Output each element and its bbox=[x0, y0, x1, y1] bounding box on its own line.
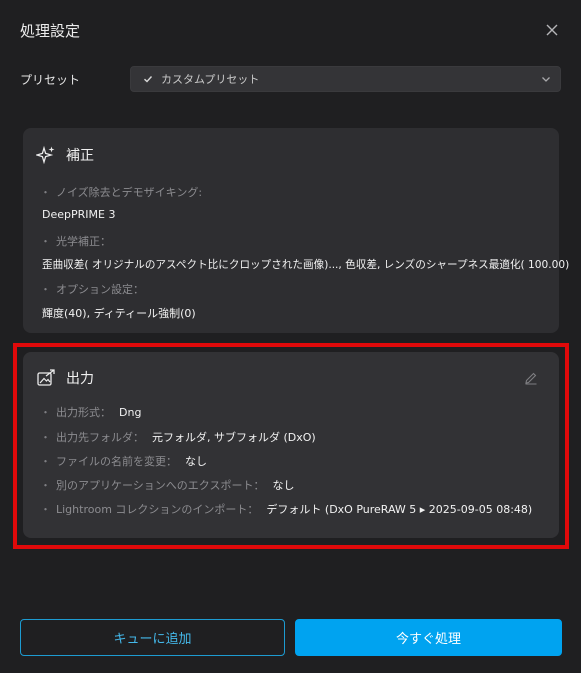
noise-label: ノイズ除去とデモザイキング: bbox=[56, 186, 203, 199]
output-rename-value: なし bbox=[185, 455, 207, 468]
correction-header: 補正 bbox=[36, 145, 94, 165]
noise-value: DeepPRIME 3 bbox=[42, 208, 116, 221]
output-title: 出力 bbox=[66, 371, 94, 387]
output-card: 出力 ・出力形式： Dng ・出力先フォルダ： 元フォルダ, サブフォルダ (DxO… bbox=[23, 352, 559, 538]
add-to-queue-button[interactable]: キューに追加 bbox=[20, 619, 285, 656]
correction-card: 補正 ・ノイズ除去とデモザイキング: DeepPRIME 3 ・光学補正： 歪曲… bbox=[23, 128, 569, 333]
process-now-button[interactable]: 今すぐ処理 bbox=[295, 619, 562, 656]
output-row-lightroom: ・ Lightroom コレクションのインポート： デフォルト (DxO PureR… bbox=[40, 503, 533, 516]
optics-value: 歪曲収差( オリジナルのアスペクト比にクロップされた画像)..., 色収差, レ… bbox=[42, 259, 570, 271]
preset-label: プリセット bbox=[20, 73, 81, 87]
preset-selected-value: カスタムプリセット bbox=[161, 73, 260, 86]
output-row-format: ・出力形式： Dng bbox=[40, 406, 142, 419]
export-icon bbox=[37, 369, 55, 386]
output-header: 出力 bbox=[36, 368, 94, 388]
output-row-export: ・別のアプリケーションへのエクスポート： なし bbox=[40, 479, 295, 492]
output-lightroom-label: Lightroom コレクションのインポート： bbox=[56, 503, 259, 516]
sparkle-icon bbox=[36, 145, 55, 165]
preset-dropdown[interactable]: カスタムプリセット bbox=[130, 66, 561, 92]
options-label-row: ・オプション設定： bbox=[40, 283, 144, 296]
noise-label-row: ・ノイズ除去とデモザイキング: bbox=[40, 186, 203, 199]
options-label: オプション設定： bbox=[56, 283, 144, 296]
output-format-label: 出力形式： bbox=[56, 406, 111, 419]
pencil-icon[interactable] bbox=[524, 371, 538, 385]
output-format-value: Dng bbox=[119, 406, 142, 419]
chevron-down-icon bbox=[542, 77, 550, 82]
output-row-rename: ・ファイルの名前を変更： なし bbox=[40, 455, 207, 468]
output-rename-label: ファイルの名前を変更： bbox=[56, 455, 177, 468]
output-folder-value: 元フォルダ, サブフォルダ (DxO) bbox=[152, 431, 316, 444]
output-lightroom-value: デフォルト (DxO PureRAW 5 ▸ 2025-09-05 08:48) bbox=[266, 503, 533, 516]
close-icon[interactable] bbox=[543, 21, 561, 39]
output-row-folder: ・出力先フォルダ： 元フォルダ, サブフォルダ (DxO) bbox=[40, 431, 316, 444]
output-folder-label: 出力先フォルダ： bbox=[56, 431, 144, 444]
output-export-label: 別のアプリケーションへのエクスポート： bbox=[56, 479, 265, 492]
output-export-value: なし bbox=[272, 479, 295, 492]
check-icon bbox=[144, 76, 153, 83]
optics-label: 光学補正： bbox=[56, 235, 111, 248]
options-value: 輝度(40), ディティール強制(0) bbox=[42, 307, 196, 320]
correction-title: 補正 bbox=[66, 148, 94, 164]
dialog-title: 処理設定 bbox=[20, 22, 81, 40]
optics-label-row: ・光学補正： bbox=[40, 235, 111, 248]
